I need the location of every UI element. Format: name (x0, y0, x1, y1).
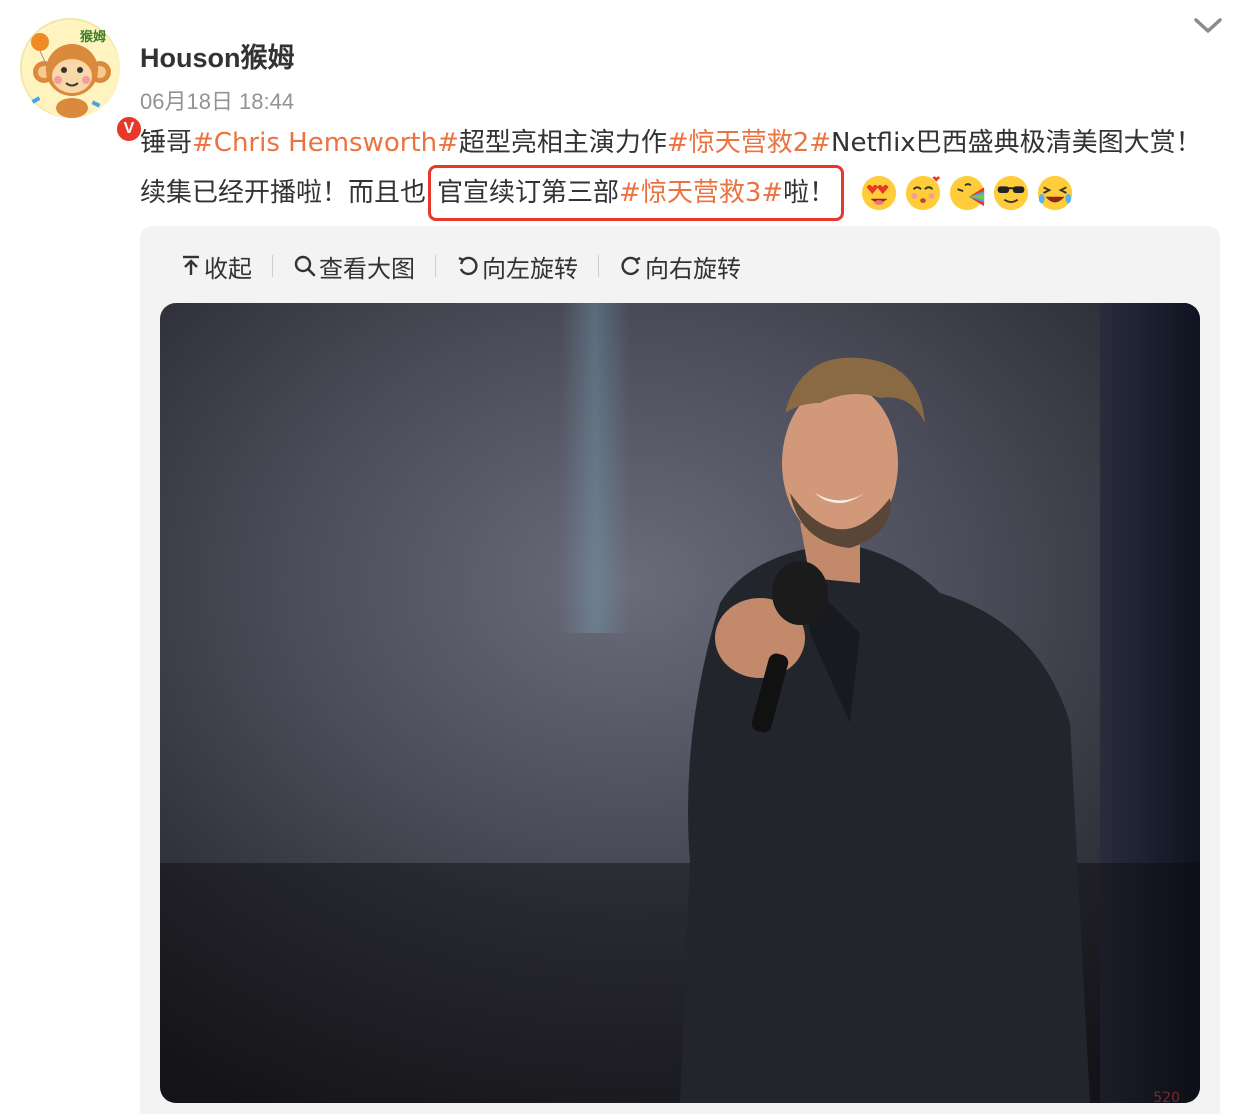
username[interactable]: Houson猴姆 (140, 36, 295, 75)
search-icon (294, 255, 316, 277)
man-with-microphone-photo (160, 303, 1200, 1103)
post-photo[interactable] (160, 303, 1200, 1103)
media-card: 收起 查看大图 向左旋转 向右旋转 520 (140, 226, 1220, 1114)
highlight-annotation-box: 官宣续订第三部 #惊天营救3# 啦！ (428, 165, 845, 221)
topic-link-extraction-3[interactable]: #惊天营救3# (619, 168, 783, 218)
text-segment: 锤哥 (140, 128, 193, 158)
verified-badge-icon: V (115, 115, 143, 143)
avatar-text: 猴姆 (80, 30, 107, 45)
weibo-post: 猴姆 V Houson猴姆 06月18日 18:44 锤哥 #Chris Hem… (0, 0, 1236, 1114)
topic-link-chris-hemsworth[interactable]: #Chris Hemsworth# (192, 118, 459, 168)
toolbar-divider (598, 255, 599, 277)
text-segment: 啦！ (783, 178, 836, 208)
rotate-left-button[interactable]: 向左旋转 (456, 249, 578, 284)
collapse-button[interactable]: 收起 (180, 249, 252, 284)
collapse-up-icon (183, 255, 199, 275)
collapse-label: 收起 (204, 254, 252, 283)
laugh-cry-emoji-icon (1038, 175, 1073, 211)
rotate-left-icon (458, 256, 478, 276)
post-content: 锤哥 #Chris Hemsworth# 超型亮相主演力作 #惊天营救2# Ne… (140, 118, 1220, 221)
post-timestamp[interactable]: 06月18日 18:44 (140, 84, 294, 116)
chevron-down-icon[interactable] (1192, 14, 1224, 38)
watermark: 520 (1153, 1090, 1180, 1106)
toolbar-divider (272, 255, 273, 277)
rotate-right-icon (621, 256, 641, 276)
kiss-emoji-icon (906, 175, 941, 211)
text-segment: Netflix巴西盛典极清美图大赏！ (831, 128, 1202, 158)
monkey-avatar-icon (24, 22, 120, 118)
toolbar-divider (435, 255, 436, 277)
rotate-left-label: 向左旋转 (482, 254, 578, 283)
heart-eyes-emoji-icon (862, 175, 897, 211)
rotate-right-button[interactable]: 向右旋转 (619, 249, 741, 284)
text-segment: 官宣续订第三部 (437, 178, 620, 208)
text-segment: 续集已经开播啦！而且也 (140, 178, 427, 208)
sunglasses-emoji-icon (994, 175, 1029, 211)
text-segment: 超型亮相主演力作 (458, 128, 667, 158)
post-line-1: 锤哥 #Chris Hemsworth# 超型亮相主演力作 #惊天营救2# Ne… (140, 118, 1220, 168)
avatar[interactable]: 猴姆 V (20, 18, 143, 143)
topic-link-extraction-2[interactable]: #惊天营救2# (667, 118, 831, 168)
view-large-button[interactable]: 查看大图 (293, 249, 415, 284)
image-toolbar: 收起 查看大图 向左旋转 向右旋转 (180, 248, 741, 284)
post-line-2: 续集已经开播啦！而且也 官宣续订第三部 #惊天营救3# 啦！ (140, 165, 1220, 221)
rainbow-emoji-icon (950, 175, 985, 211)
verified-mark: V (123, 120, 135, 137)
view-large-label: 查看大图 (319, 254, 415, 283)
rotate-right-label: 向右旋转 (645, 254, 741, 283)
